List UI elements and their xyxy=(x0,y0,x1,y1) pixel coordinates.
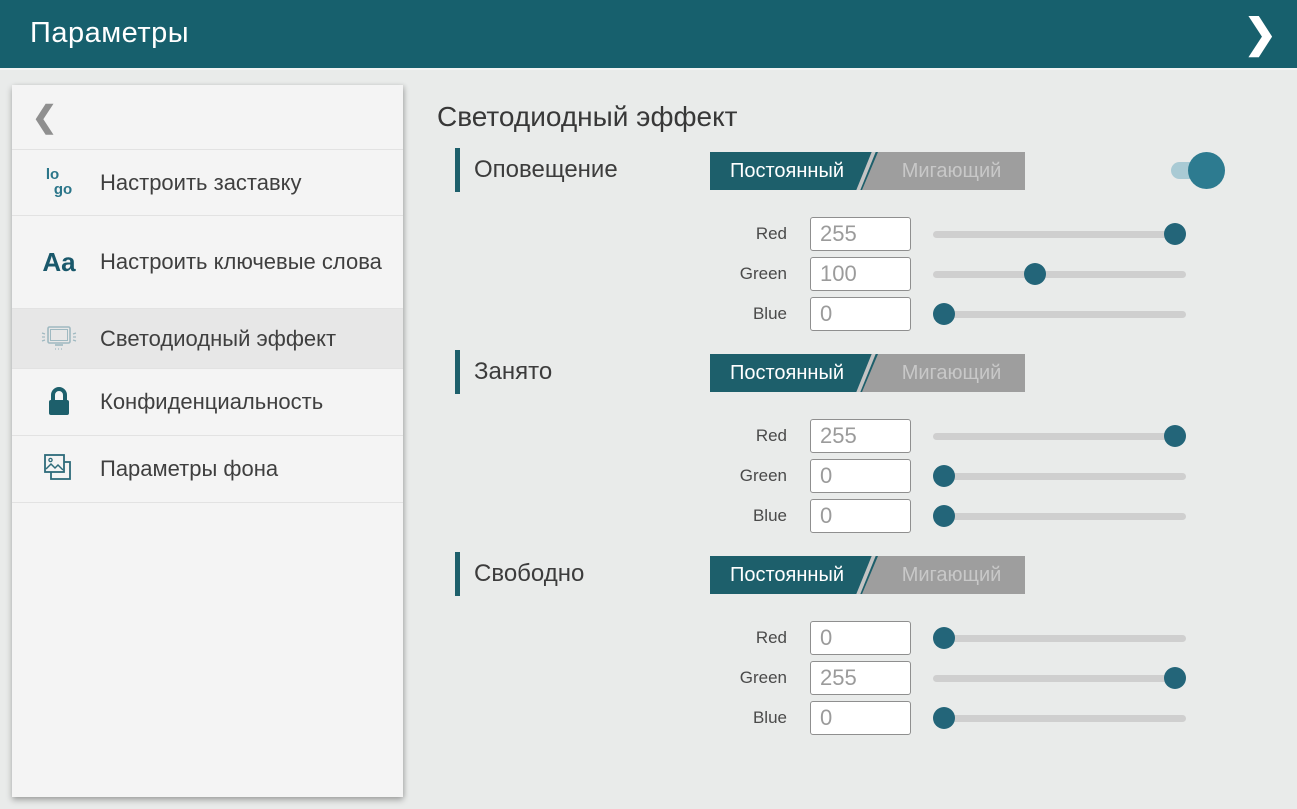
sidebar-item-led-effect[interactable]: Светодиодный эффект xyxy=(12,309,403,369)
slider-track[interactable] xyxy=(933,433,1186,440)
red-label: Red xyxy=(437,426,787,446)
blue-label: Blue xyxy=(437,304,787,324)
green-label: Green xyxy=(437,264,787,284)
blue-row: Blue xyxy=(437,698,1297,738)
slider-track[interactable] xyxy=(933,715,1186,722)
slider-track[interactable] xyxy=(933,675,1186,682)
sidebar-item-privacy[interactable]: Конфиденциальность xyxy=(12,369,403,436)
blue-row: Blue xyxy=(437,294,1297,334)
page-title: Параметры xyxy=(30,0,189,66)
slider-thumb[interactable] xyxy=(933,707,955,729)
red-value-input[interactable] xyxy=(810,419,911,453)
slider-track[interactable] xyxy=(933,635,1186,642)
blue-value-input[interactable] xyxy=(810,701,911,735)
section-accent-bar xyxy=(455,552,460,596)
section-busy: Занято Постоянный Мигающий Red Green xyxy=(437,350,1297,536)
toggle-thumb xyxy=(1188,152,1225,189)
sidebar-item-splash-screen[interactable]: logo Настроить заставку xyxy=(12,150,403,216)
slider-thumb[interactable] xyxy=(1164,667,1186,689)
sidebar-item-label: Параметры фона xyxy=(100,455,288,483)
blue-slider[interactable] xyxy=(933,505,1186,527)
section-label: Свободно xyxy=(474,560,584,588)
green-label: Green xyxy=(437,466,787,486)
slider-thumb[interactable] xyxy=(933,627,955,649)
section-free: Свободно Постоянный Мигающий Red Green xyxy=(437,552,1297,738)
slider-track[interactable] xyxy=(933,473,1186,480)
slider-thumb[interactable] xyxy=(933,303,955,325)
led-effect-panel: Светодиодный эффект Оповещение Постоянны… xyxy=(437,68,1297,738)
panel-title: Светодиодный эффект xyxy=(437,100,1297,134)
green-row: Green xyxy=(437,254,1297,294)
slider-track[interactable] xyxy=(933,271,1186,278)
sidebar-back-row: ❮ xyxy=(12,85,403,150)
section-label: Оповещение xyxy=(474,156,618,184)
slider-thumb[interactable] xyxy=(1164,223,1186,245)
blue-value-input[interactable] xyxy=(810,297,911,331)
mode-segmented-control: Постоянный Мигающий xyxy=(710,152,1025,190)
logo-icon: logo xyxy=(36,168,82,197)
sidebar-item-label: Настроить заставку xyxy=(100,169,312,197)
section-notification: Оповещение Постоянный Мигающий Red xyxy=(437,148,1297,334)
blue-label: Blue xyxy=(437,506,787,526)
green-row: Green xyxy=(437,658,1297,698)
mode-segmented-control: Постоянный Мигающий xyxy=(710,556,1025,594)
slider-thumb[interactable] xyxy=(1164,425,1186,447)
mode-option-constant[interactable]: Постоянный xyxy=(710,354,878,392)
slider-track[interactable] xyxy=(933,513,1186,520)
red-label: Red xyxy=(437,224,787,244)
red-slider[interactable] xyxy=(933,627,1186,649)
mode-option-constant[interactable]: Постоянный xyxy=(710,556,878,594)
mode-option-blinking[interactable]: Мигающий xyxy=(878,556,1025,594)
settings-sidebar: ❮ logo Настроить заставку Aa Настроить к… xyxy=(12,85,403,797)
green-row: Green xyxy=(437,456,1297,496)
green-slider[interactable] xyxy=(933,465,1186,487)
slider-thumb[interactable] xyxy=(933,465,955,487)
slider-track[interactable] xyxy=(933,311,1186,318)
notification-enabled-toggle[interactable] xyxy=(1171,150,1229,190)
text-aa-icon: Aa xyxy=(36,247,82,278)
sidebar-item-keywords[interactable]: Aa Настроить ключевые слова xyxy=(12,216,403,309)
chevron-left-icon[interactable]: ❮ xyxy=(32,100,57,135)
chevron-right-icon[interactable]: ❯ xyxy=(1243,14,1277,54)
red-row: Red xyxy=(437,416,1297,456)
mode-option-constant[interactable]: Постоянный xyxy=(710,152,878,190)
mode-segmented-control: Постоянный Мигающий xyxy=(710,354,1025,392)
background-images-icon xyxy=(36,452,82,486)
slider-track[interactable] xyxy=(933,231,1186,238)
blue-slider[interactable] xyxy=(933,707,1186,729)
red-slider[interactable] xyxy=(933,425,1186,447)
blue-label: Blue xyxy=(437,708,787,728)
sidebar-item-label: Конфиденциальность xyxy=(100,388,333,416)
section-accent-bar xyxy=(455,148,460,192)
section-accent-bar xyxy=(455,350,460,394)
green-slider[interactable] xyxy=(933,667,1186,689)
red-row: Red xyxy=(437,214,1297,254)
green-value-input[interactable] xyxy=(810,661,911,695)
blue-slider[interactable] xyxy=(933,303,1186,325)
sidebar-item-label: Светодиодный эффект xyxy=(100,325,346,353)
red-row: Red xyxy=(437,618,1297,658)
sidebar-item-label: Настроить ключевые слова xyxy=(100,248,392,276)
red-value-input[interactable] xyxy=(810,217,911,251)
red-label: Red xyxy=(437,628,787,648)
led-display-icon xyxy=(36,323,82,355)
blue-value-input[interactable] xyxy=(810,499,911,533)
red-value-input[interactable] xyxy=(810,621,911,655)
green-label: Green xyxy=(437,668,787,688)
mode-option-blinking[interactable]: Мигающий xyxy=(878,354,1025,392)
blue-row: Blue xyxy=(437,496,1297,536)
red-slider[interactable] xyxy=(933,223,1186,245)
slider-thumb[interactable] xyxy=(933,505,955,527)
green-slider[interactable] xyxy=(933,263,1186,285)
sidebar-item-background[interactable]: Параметры фона xyxy=(12,436,403,503)
mode-option-blinking[interactable]: Мигающий xyxy=(878,152,1025,190)
app-header: Параметры ❯ xyxy=(0,0,1297,68)
green-value-input[interactable] xyxy=(810,257,911,291)
slider-thumb[interactable] xyxy=(1024,263,1046,285)
lock-icon xyxy=(36,385,82,419)
green-value-input[interactable] xyxy=(810,459,911,493)
section-label: Занято xyxy=(474,358,552,386)
